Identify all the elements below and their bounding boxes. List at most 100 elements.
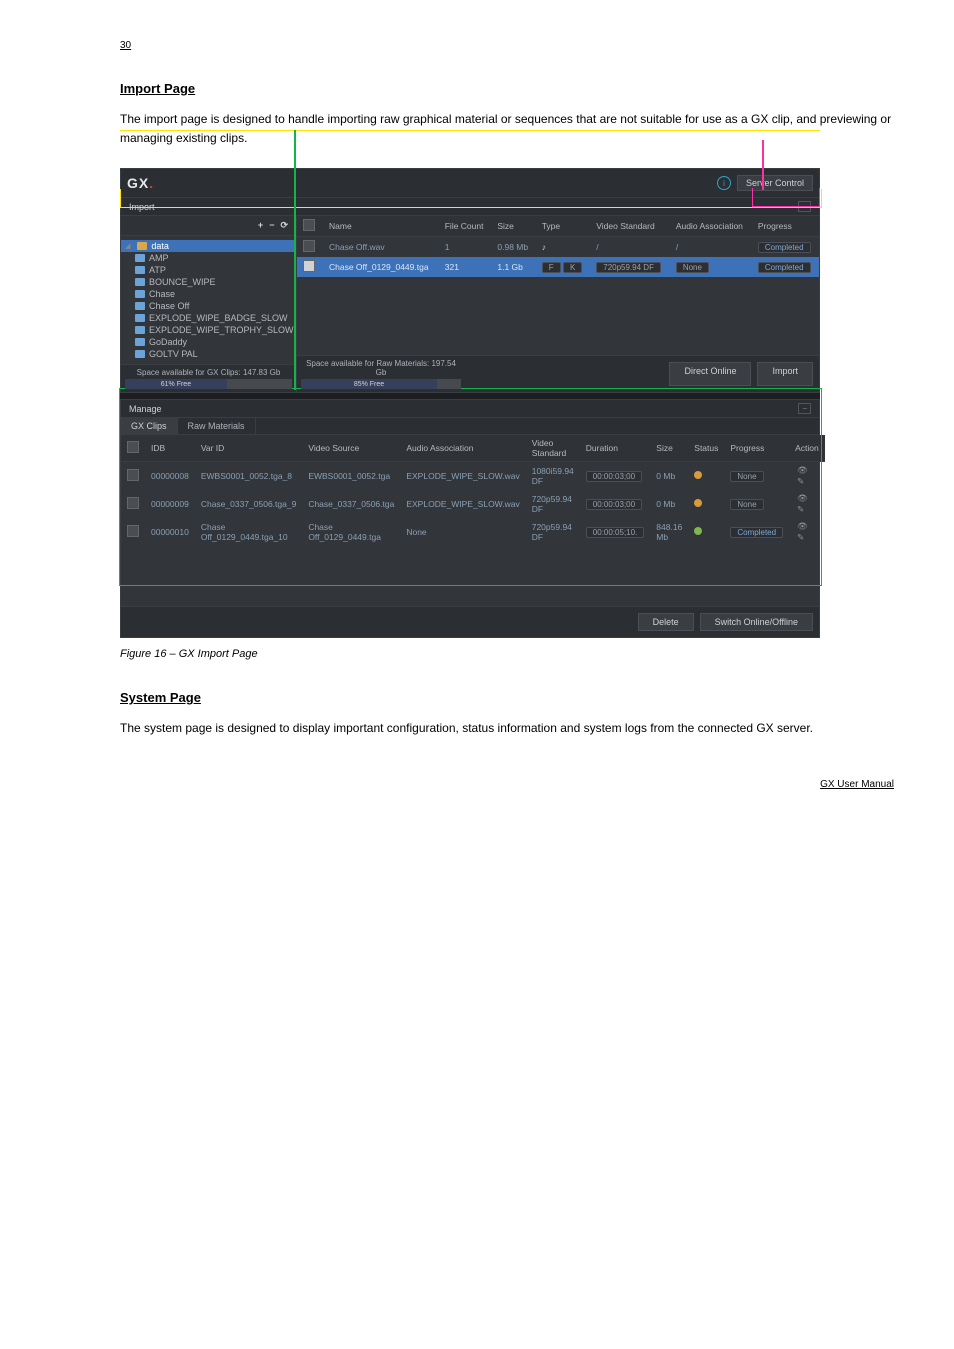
col-progress[interactable]: Progress bbox=[724, 435, 789, 462]
fill-type-icon: F bbox=[542, 262, 561, 273]
collapse-icon[interactable]: − bbox=[798, 403, 811, 414]
progress-badge: None bbox=[730, 471, 763, 482]
row-checkbox[interactable] bbox=[303, 260, 315, 272]
tree-item[interactable]: Chase Off bbox=[121, 300, 296, 312]
tab-gx-clips[interactable]: GX Clips bbox=[121, 418, 178, 434]
folder-icon bbox=[135, 290, 145, 298]
progress-badge: None bbox=[730, 499, 763, 510]
progress-badge: Completed bbox=[730, 527, 783, 538]
tree-item[interactable]: AMP bbox=[121, 252, 296, 264]
preview-icon[interactable]: 👁 bbox=[797, 465, 808, 475]
folder-icon bbox=[135, 314, 145, 322]
row-checkbox[interactable] bbox=[127, 497, 139, 509]
tree-root-item[interactable]: data bbox=[121, 240, 296, 252]
edit-icon[interactable]: ✎ bbox=[797, 504, 804, 514]
import-button[interactable]: Import bbox=[757, 362, 813, 386]
folder-icon bbox=[135, 278, 145, 286]
col-video-standard[interactable]: Video Standard bbox=[590, 216, 670, 237]
table-row[interactable]: 00000010 Chase Off_0129_0449.tga_10 Chas… bbox=[121, 518, 825, 546]
manage-title: Manage bbox=[129, 404, 162, 414]
audio-assoc-dropdown[interactable]: None bbox=[676, 262, 709, 273]
folder-tree-pane: + − ⟳ data AMP ATP BOUNCE_WIPE Chase Cha… bbox=[121, 216, 297, 392]
table-row[interactable]: 00000008 EWBS0001_0052.tga_8 EWBS0001_00… bbox=[121, 462, 825, 491]
manage-body: GX Clips Raw Materials IDB Var ID Video … bbox=[120, 418, 820, 638]
video-standard-dropdown[interactable]: 720p59.94 DF bbox=[596, 262, 661, 273]
folder-icon bbox=[135, 254, 145, 262]
manage-tabs: GX Clips Raw Materials bbox=[121, 418, 819, 435]
info-icon[interactable]: i bbox=[717, 176, 731, 190]
manage-section-header: Manage − bbox=[120, 399, 820, 418]
col-filecount[interactable]: File Count bbox=[439, 216, 492, 237]
audio-icon: ♪ bbox=[542, 242, 552, 252]
status-dot-icon bbox=[694, 499, 702, 507]
brand-dot-icon: . bbox=[149, 175, 154, 191]
status-dot-icon bbox=[694, 527, 702, 535]
import-title: Import bbox=[129, 202, 155, 212]
tree-item[interactable]: EXPLODE_WIPE_BADGE_SLOW bbox=[121, 312, 296, 324]
folder-icon bbox=[137, 242, 147, 250]
progress-badge: Completed bbox=[758, 242, 811, 253]
col-idb[interactable]: IDB bbox=[145, 435, 195, 462]
folder-icon bbox=[135, 326, 145, 334]
section-heading-import: Import Page bbox=[120, 81, 894, 96]
refresh-button[interactable]: ⟳ bbox=[280, 220, 288, 231]
space-gx-clips: Space available for GX Clips: 147.83 Gb … bbox=[121, 364, 296, 392]
table-row[interactable]: Chase Off_0129_0449.tga 321 1.1 Gb F K 7… bbox=[297, 257, 819, 277]
import-section-header: Import − bbox=[120, 197, 820, 216]
table-row[interactable]: Chase Off.wav 1 0.98 Mb ♪ / / Completed bbox=[297, 237, 819, 258]
tree-toolbar: + − ⟳ bbox=[121, 216, 296, 236]
collapse-icon[interactable]: − bbox=[798, 201, 811, 212]
col-progress[interactable]: Progress bbox=[752, 216, 819, 237]
tree-item[interactable]: EXPLODE_WIPE_TROPHY_SLOW bbox=[121, 324, 296, 336]
space-raw-materials: Space available for Raw Materials: 197.5… bbox=[297, 355, 465, 392]
gx-app-screenshot: GX. i Server Control Import − + − ⟳ data bbox=[120, 168, 820, 638]
col-varid[interactable]: Var ID bbox=[195, 435, 302, 462]
row-checkbox[interactable] bbox=[303, 240, 315, 252]
edit-icon[interactable]: ✎ bbox=[797, 532, 804, 542]
col-name[interactable]: Name bbox=[323, 216, 439, 237]
col-duration[interactable]: Duration bbox=[580, 435, 650, 462]
system-paragraph: The system page is designed to display i… bbox=[120, 719, 894, 738]
folder-tree[interactable]: data AMP ATP BOUNCE_WIPE Chase Chase Off… bbox=[121, 236, 296, 364]
import-body: + − ⟳ data AMP ATP BOUNCE_WIPE Chase Cha… bbox=[120, 216, 820, 393]
switch-online-offline-button[interactable]: Switch Online/Offline bbox=[700, 613, 813, 631]
select-all-checkbox[interactable] bbox=[127, 441, 139, 453]
preview-icon[interactable]: 👁 bbox=[797, 493, 808, 503]
folder-icon bbox=[135, 302, 145, 310]
table-row[interactable]: 00000009 Chase_0337_0506.tga_9 Chase_033… bbox=[121, 490, 825, 518]
col-status[interactable]: Status bbox=[688, 435, 724, 462]
col-audio-association[interactable]: Audio Association bbox=[670, 216, 752, 237]
row-checkbox[interactable] bbox=[127, 469, 139, 481]
row-checkbox[interactable] bbox=[127, 525, 139, 537]
edit-icon[interactable]: ✎ bbox=[797, 476, 804, 486]
tree-item[interactable]: GOLTV PAL bbox=[121, 348, 296, 360]
tree-item[interactable]: ATP bbox=[121, 264, 296, 276]
tab-raw-materials[interactable]: Raw Materials bbox=[178, 418, 256, 434]
tree-item[interactable]: Chase bbox=[121, 288, 296, 300]
remove-folder-button[interactable]: − bbox=[269, 220, 274, 231]
manage-clips-table: IDB Var ID Video Source Audio Associatio… bbox=[121, 435, 825, 546]
figure-caption: Figure 16 – GX Import Page bbox=[120, 648, 894, 660]
col-video-standard[interactable]: Video Standard bbox=[526, 435, 580, 462]
status-dot-icon bbox=[694, 471, 702, 479]
preview-icon[interactable]: 👁 bbox=[797, 521, 808, 531]
tree-item[interactable]: BOUNCE_WIPE bbox=[121, 276, 296, 288]
direct-online-button[interactable]: Direct Online bbox=[669, 362, 751, 386]
brand-logo: GX. bbox=[127, 175, 154, 191]
server-control-button[interactable]: Server Control bbox=[737, 175, 813, 191]
col-size[interactable]: Size bbox=[491, 216, 535, 237]
col-size[interactable]: Size bbox=[650, 435, 688, 462]
add-folder-button[interactable]: + bbox=[258, 220, 263, 231]
delete-button[interactable]: Delete bbox=[638, 613, 694, 631]
col-action[interactable]: Action bbox=[789, 435, 825, 462]
import-content-pane: Name File Count Size Type Video Standard… bbox=[297, 216, 819, 392]
page-number: 30 bbox=[120, 40, 894, 51]
folder-icon bbox=[135, 338, 145, 346]
col-type[interactable]: Type bbox=[536, 216, 591, 237]
select-all-checkbox[interactable] bbox=[303, 219, 315, 231]
app-titlebar: GX. i Server Control bbox=[120, 168, 820, 197]
col-video-source[interactable]: Video Source bbox=[302, 435, 400, 462]
tree-item[interactable]: GoDaddy bbox=[121, 336, 296, 348]
col-audio-association[interactable]: Audio Association bbox=[400, 435, 525, 462]
key-type-icon: K bbox=[563, 262, 582, 273]
